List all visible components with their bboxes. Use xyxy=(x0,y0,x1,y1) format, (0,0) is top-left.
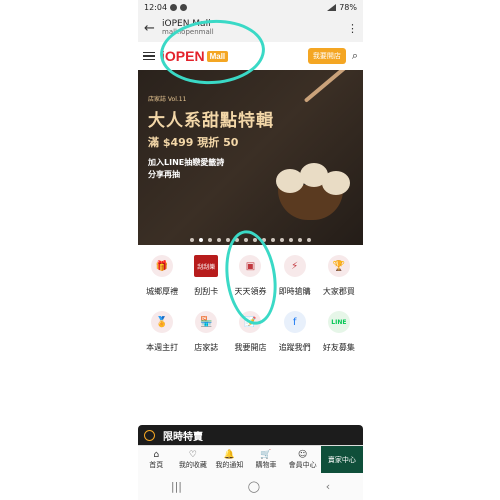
url-domain[interactable]: mall.iopenmall xyxy=(162,28,347,36)
home-icon: ⌂ xyxy=(153,449,160,460)
shortcut-tile[interactable]: LINE 好友募集 xyxy=(317,311,361,357)
logo-brand: iOPEN xyxy=(161,48,205,64)
gift-icon: 🎁 xyxy=(151,255,174,277)
nav-label: 我的通知 xyxy=(215,460,244,469)
clock-icon xyxy=(144,429,155,441)
more-vertical-icon[interactable]: ⋮ xyxy=(347,22,358,35)
nav-item[interactable]: 🔔 我的通知 xyxy=(211,446,248,473)
logo-suffix: Mall xyxy=(206,50,229,62)
menu-icon[interactable] xyxy=(143,51,155,61)
carousel-dot[interactable] xyxy=(262,238,266,242)
carousel-dot[interactable] xyxy=(190,238,194,242)
promo-banner[interactable]: 店家誌 Vol.11 大人系甜點特輯 滿 $499 現折 50 加入LINE抽戀… xyxy=(138,70,363,245)
nav-label: 我的收藏 xyxy=(178,460,207,469)
nav-label: 賣家中心 xyxy=(327,455,356,464)
open-shop-button[interactable]: 我要開店 xyxy=(307,48,346,64)
nav-label: 首頁 xyxy=(149,460,164,469)
shortcut-tile[interactable]: 🏆 大家郡買 xyxy=(317,255,361,301)
signal-icon xyxy=(327,3,337,11)
flash-sale-bar[interactable]: 限時特賣 xyxy=(138,425,363,445)
facebook-icon: f xyxy=(283,311,306,333)
carousel-dot[interactable] xyxy=(271,238,275,242)
carousel-dot[interactable] xyxy=(208,238,212,242)
app-header: iOPEN Mall 我要開店 ⌕ xyxy=(138,42,363,70)
nav-label: 購物車 xyxy=(255,460,277,469)
banner-issue: 店家誌 Vol.11 xyxy=(148,96,187,103)
shortcut-label: 我要開店 xyxy=(234,343,267,352)
user-icon: ☺ xyxy=(297,449,308,460)
carousel-dot[interactable] xyxy=(280,238,284,242)
phone-screen: 12:04 78% ← iOPEN Mall mall.iopenmall ⋮ … xyxy=(138,0,363,500)
coupon-icon: ▣ xyxy=(239,255,262,277)
system-nav: ||| ◯ ‹ xyxy=(138,473,363,500)
banner-line-2: 分享再抽 xyxy=(148,170,180,179)
shortcut-label: 大家郡買 xyxy=(322,287,355,296)
battery-level: 78% xyxy=(339,2,357,12)
seller-center-button[interactable]: 賣家中心 xyxy=(320,446,363,473)
dessert-image xyxy=(258,155,358,225)
carousel-dot[interactable] xyxy=(235,238,239,242)
nav-item[interactable]: 🛒 購物車 xyxy=(248,446,285,473)
shortcut-tile[interactable]: 🏅 本週主打 xyxy=(140,311,184,357)
nav-item[interactable]: ⌂ 首頁 xyxy=(138,446,175,473)
banner-line-1: 加入LINE抽戀愛籤詩 xyxy=(148,158,225,167)
notification-icon xyxy=(170,3,178,11)
carousel-dot[interactable] xyxy=(244,238,248,242)
nav-item[interactable]: ☺ 會員中心 xyxy=(284,446,321,473)
carousel-dot[interactable] xyxy=(199,238,203,242)
banner-headline: 大人系甜點特輯 xyxy=(148,111,274,131)
shortcut-label: 即時搶購 xyxy=(278,287,311,296)
carousel-dot[interactable] xyxy=(217,238,221,242)
shortcut-tile[interactable]: ▣ 天天領券 xyxy=(228,255,272,301)
shortcut-tile[interactable]: 📝 我要開店 xyxy=(228,311,272,357)
carousel-dot[interactable] xyxy=(226,238,230,242)
medal-icon: 🏅 xyxy=(151,311,174,333)
home-button-icon[interactable]: ◯ xyxy=(248,480,260,493)
shortcut-label: 本週主打 xyxy=(146,343,179,352)
back-icon[interactable]: ‹ xyxy=(326,480,330,493)
shortcut-tile[interactable]: 刮刮樂 刮刮卡 xyxy=(184,255,228,301)
shortcut-label: 天天領券 xyxy=(234,287,267,296)
shortcut-label: 店家誌 xyxy=(194,343,219,352)
carousel-dot[interactable] xyxy=(307,238,311,242)
carousel-dot[interactable] xyxy=(253,238,257,242)
carousel-dot[interactable] xyxy=(298,238,302,242)
bell-icon: 🔔 xyxy=(223,449,236,460)
shortcut-tile[interactable]: 🏪 店家誌 xyxy=(184,311,228,357)
bottom-nav: ⌂ 首頁 ♡ 我的收藏 🔔 我的通知 🛒 購物車 ☺ 會員中心 賣家中心 xyxy=(138,445,363,473)
status-bar: 12:04 78% xyxy=(138,0,363,14)
shortcut-tile[interactable]: 🎁 城鄉厚禮 xyxy=(140,255,184,301)
lightning-icon: ⚡ xyxy=(283,255,306,277)
shortcut-tile[interactable]: ⚡ 即時搶購 xyxy=(273,255,317,301)
trophy-icon: 🏆 xyxy=(327,255,350,277)
store-icon: 🏪 xyxy=(195,311,218,333)
spoon-image xyxy=(303,70,353,103)
logo[interactable]: iOPEN Mall xyxy=(155,48,308,64)
carousel-dot[interactable] xyxy=(289,238,293,242)
banner-price: 滿 $499 現折 50 xyxy=(148,136,239,149)
heart-icon: ♡ xyxy=(188,449,197,460)
carousel-dots xyxy=(138,238,363,242)
recent-apps-icon[interactable]: ||| xyxy=(171,480,182,493)
status-time: 12:04 xyxy=(144,2,168,12)
shortcut-label: 城鄉厚禮 xyxy=(146,287,179,296)
nav-label: 會員中心 xyxy=(288,460,317,469)
shortcut-label: 刮刮卡 xyxy=(194,287,219,296)
browser-url-bar: ← iOPEN Mall mall.iopenmall ⋮ xyxy=(138,14,363,42)
cart-icon: 🛒 xyxy=(260,449,272,460)
shortcut-tile[interactable]: f 追蹤我們 xyxy=(273,311,317,357)
nav-item[interactable]: ♡ 我的收藏 xyxy=(175,446,212,473)
line-icon: LINE xyxy=(327,311,350,333)
shortcut-grid: 🎁 城鄉厚禮 刮刮樂 刮刮卡 ▣ 天天領券 ⚡ 即時搶購 🏆 大家郡買 🏅 本週主打 🏪 店家誌 📝 我要開店… xyxy=(138,245,363,357)
document-icon: 📝 xyxy=(239,311,262,333)
shortcut-label: 好友募集 xyxy=(322,343,355,352)
scratch-card-icon: 刮刮樂 xyxy=(194,255,219,277)
search-icon[interactable]: ⌕ xyxy=(352,49,358,63)
shortcut-label: 追蹤我們 xyxy=(278,343,311,352)
flash-sale-title: 限時特賣 xyxy=(163,431,203,443)
arrow-left-icon[interactable]: ← xyxy=(144,21,158,36)
notification-icon xyxy=(180,3,188,11)
